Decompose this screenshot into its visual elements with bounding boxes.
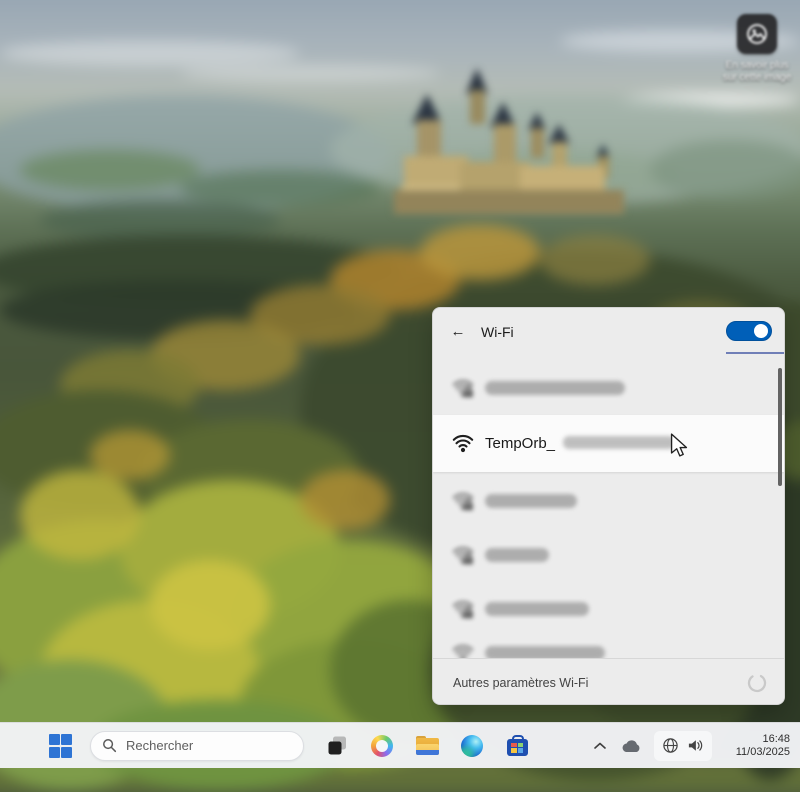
- wifi-more-settings[interactable]: Autres paramètres Wi-Fi: [433, 658, 784, 705]
- wifi-lock-icon: [451, 597, 475, 621]
- wifi-more-settings-label: Autres paramètres Wi-Fi: [453, 676, 588, 690]
- wallpaper-shape: [300, 470, 390, 530]
- task-view-button[interactable]: [325, 734, 349, 758]
- redacted-network-name: [485, 494, 577, 508]
- spotlight-picture-icon: [737, 14, 777, 54]
- speaker-icon: [687, 737, 704, 754]
- wifi-network-name: TempOrb_: [485, 435, 555, 452]
- wifi-panel-title: Wi-Fi: [481, 324, 514, 340]
- wallpaper-shape: [540, 235, 650, 285]
- wifi-toggle-knob: [754, 324, 768, 338]
- refresh-icon[interactable]: [746, 672, 768, 694]
- start-button[interactable]: [46, 732, 74, 760]
- onedrive-button[interactable]: [620, 734, 642, 758]
- network-globe-icon: [662, 737, 679, 754]
- wifi-toggle[interactable]: [726, 321, 772, 341]
- redacted-network-name: [485, 602, 589, 616]
- wallpaper-shape: [20, 470, 140, 560]
- microsoft-store-button[interactable]: [505, 734, 529, 758]
- windows-logo-icon: [49, 734, 72, 757]
- edge-browser-icon: [461, 735, 483, 757]
- wallpaper-shape: [150, 560, 270, 650]
- system-tray-button[interactable]: [654, 731, 712, 761]
- clock-time: 16:48: [724, 733, 790, 746]
- edge-button[interactable]: [460, 734, 484, 758]
- file-explorer-button[interactable]: [415, 734, 439, 758]
- wifi-lock-icon: [451, 489, 475, 513]
- wifi-network-row-selected[interactable]: TempOrb_: [433, 415, 784, 472]
- taskbar-clock[interactable]: 16:48 11/03/2025: [724, 733, 790, 759]
- cloud-icon: [621, 739, 642, 753]
- wifi-network-row[interactable]: [433, 474, 784, 528]
- redacted-network-name-suffix: [563, 436, 675, 449]
- wifi-flyout-panel: ← Wi-Fi TempOrb_: [432, 307, 785, 705]
- clock-date: 11/03/2025: [724, 746, 790, 759]
- wifi-icon: [451, 431, 475, 455]
- mouse-cursor: [670, 433, 688, 457]
- wallpaper-shape: [650, 140, 800, 200]
- wifi-lock-icon: [451, 376, 475, 400]
- task-view-icon: [327, 735, 348, 756]
- taskbar: Rechercher: [0, 722, 800, 768]
- tray-overflow-button[interactable]: [592, 734, 608, 758]
- redacted-network-name: [485, 381, 625, 395]
- spotlight-label-line1: En savoir plus: [712, 60, 800, 72]
- search-placeholder: Rechercher: [126, 738, 193, 753]
- search-input[interactable]: Rechercher: [90, 731, 304, 761]
- wallpaper-shape: [420, 225, 540, 280]
- file-explorer-icon: [416, 736, 439, 755]
- copilot-icon: [371, 735, 393, 757]
- wallpaper-shape: [40, 200, 280, 240]
- back-arrow-icon: ←: [451, 323, 466, 340]
- wifi-network-row[interactable]: [433, 361, 784, 415]
- search-icon: [102, 738, 117, 753]
- spotlight-desktop-icon[interactable]: En savoir plus sur cette image: [712, 14, 800, 84]
- chevron-up-icon: [594, 742, 606, 750]
- copilot-button[interactable]: [370, 734, 394, 758]
- redacted-network-name: [485, 548, 549, 562]
- wallpaper-shape: [0, 40, 300, 66]
- castle-wallpaper-subject: [390, 68, 640, 228]
- microsoft-store-icon: [507, 739, 528, 756]
- wifi-network-row[interactable]: [433, 528, 784, 582]
- toggle-accent-underline: [726, 352, 784, 354]
- wifi-lock-icon: [451, 543, 475, 567]
- wallpaper-shape: [180, 170, 380, 206]
- wifi-network-row[interactable]: [433, 582, 784, 636]
- wallpaper-shape: [90, 430, 170, 480]
- spotlight-label-line2: sur cette image: [712, 72, 800, 84]
- back-button[interactable]: ←: [443, 317, 473, 345]
- wallpaper-shape: [20, 150, 200, 190]
- wifi-list-scrollbar[interactable]: [778, 368, 782, 486]
